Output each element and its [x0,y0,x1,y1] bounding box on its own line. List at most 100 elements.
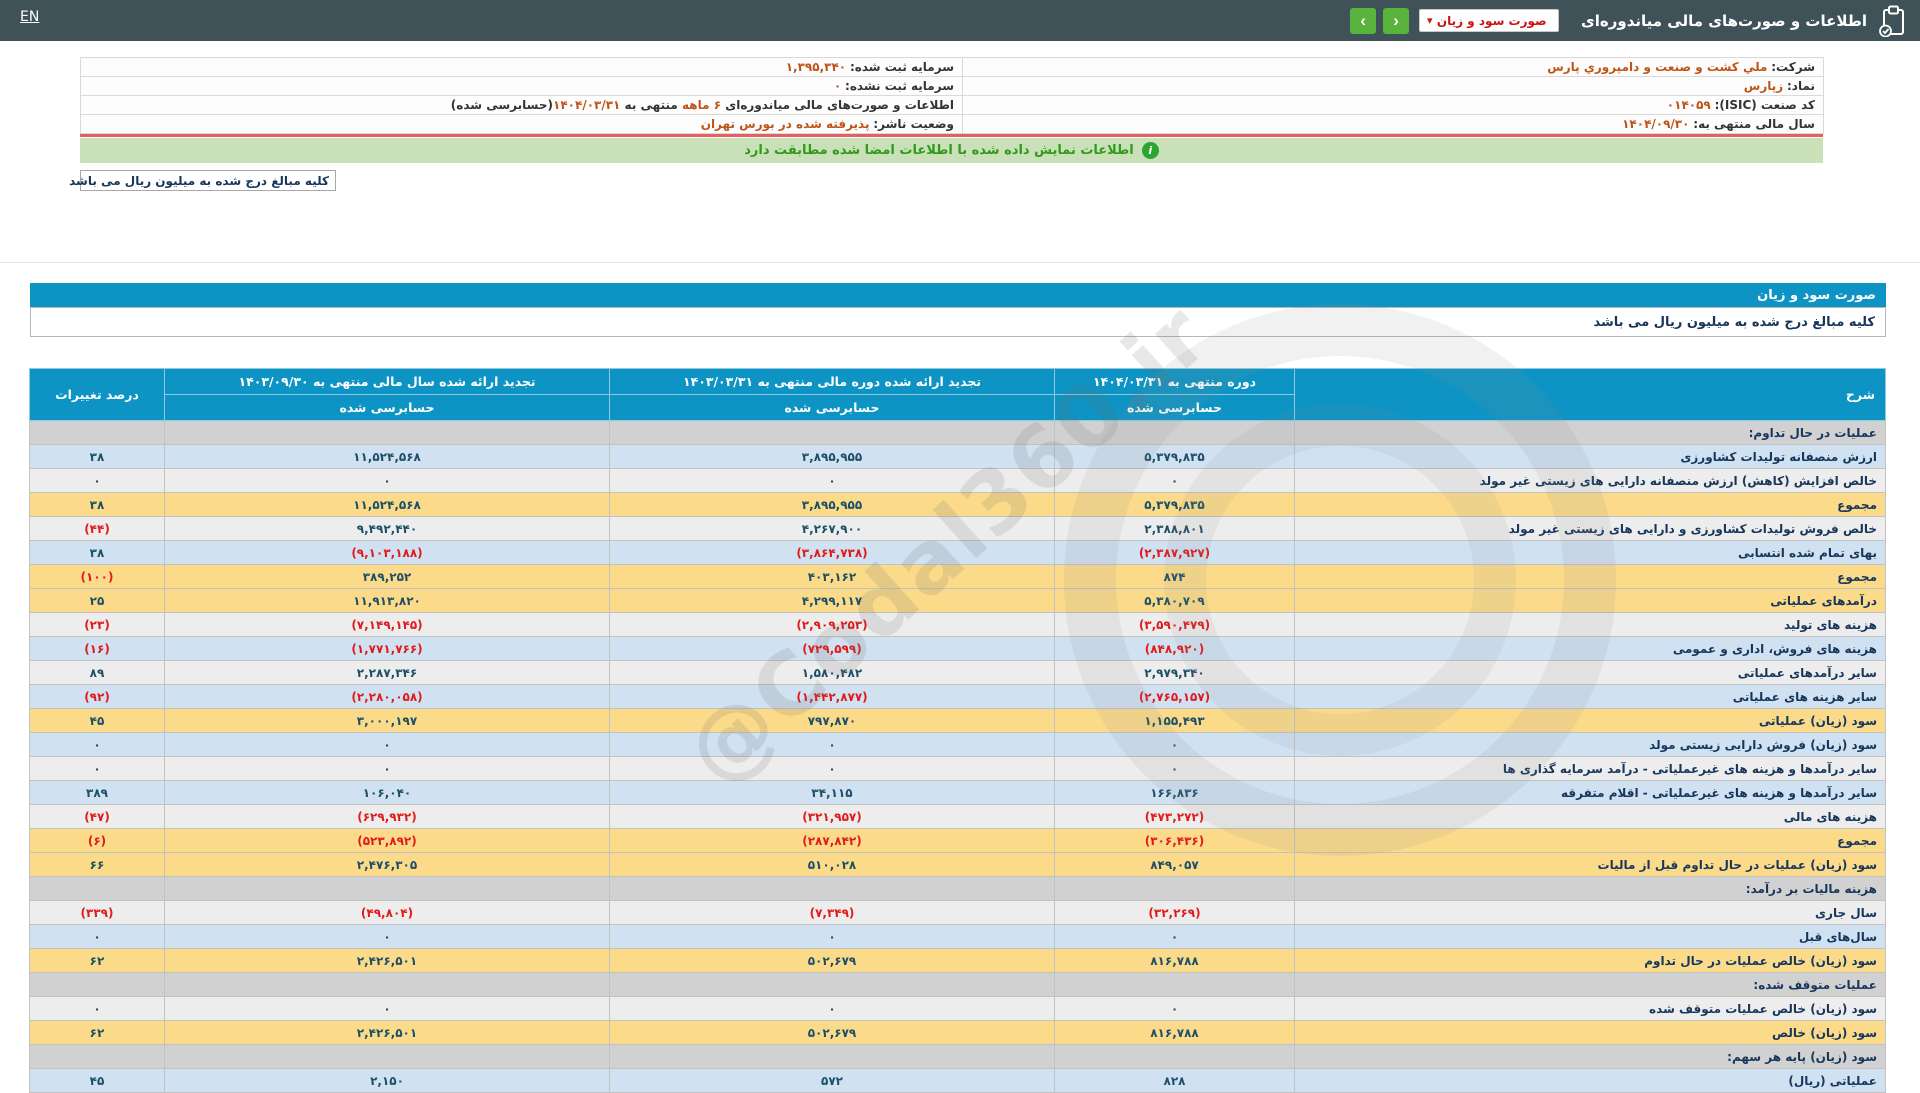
row-value: ۳۸ [29,444,165,469]
audited-subheader: حسابرسی شده [1054,394,1295,421]
row-value: (۵۲۳,۸۹۲) [164,828,610,853]
row-label: مجموع [1294,492,1886,517]
row-label: مجموع [1294,564,1886,589]
section-divider [0,262,1920,263]
row-value: ۸۷۴ [1054,564,1295,589]
report-clipboard-icon [1879,5,1904,37]
statement-row: سود (زیان) فروش دارایی زیستی مولد ۰ ۰ ۰ ۰ [29,732,1886,757]
statement-select-value: صورت سود و زیان [1436,13,1547,28]
row-value [1054,420,1295,445]
column-header-restated-period: تجدید ارائه شده دوره مالی منتهی به ۱۴۰۳/… [609,368,1055,395]
statement-row: سود (زیان) خالص عملیات متوقف شده ۰ ۰ ۰ ۰ [29,996,1886,1021]
statement-row: سود (زیان) عملیات در حال تداوم قبل از ما… [29,852,1886,877]
field-label: کد صنعت (ISIC): [1714,98,1815,112]
audited-note: (حسابرسی شده) [450,98,554,112]
row-label: سال‌های قبل [1294,924,1886,949]
row-value: ۲,۴۲۶,۵۰۱ [164,948,610,973]
row-value [29,1044,165,1069]
period-note-middle: منتهی به [620,98,682,112]
row-value [29,420,165,445]
row-value: ۰ [609,468,1055,493]
row-value: ۰ [164,756,610,781]
row-value: ۰ [164,732,610,757]
row-value: ۰ [29,468,165,493]
row-label: ارزش منصفانه تولیدات کشاورزی [1294,444,1886,469]
row-value: ۱۱,۵۲۴,۵۶۸ [164,444,610,469]
statement-row: سایر درآمدها و هزینه های غیرعملیاتی - اق… [29,780,1886,805]
row-value: ۵,۳۸۰,۷۰۹ [1054,588,1295,613]
ticker-cell: نماد: زپارس [962,76,1824,96]
statement-row: بهای تمام شده انتسابی (۲,۳۸۷,۹۲۷) (۳,۸۶۴,۷… [29,540,1886,565]
section-header-row: هزینه مالیات بر درآمد: [29,876,1886,901]
row-value: (۸۴۸,۹۲۰) [1054,636,1295,661]
row-value: ۴,۲۹۹,۱۱۷ [609,588,1055,613]
ticker-symbol: زپارس [1743,79,1784,93]
row-value: (۲,۷۶۵,۱۵۷) [1054,684,1295,709]
row-value: (۲,۳۸۷,۹۲۷) [1054,540,1295,565]
row-value: (۴۷) [29,804,165,829]
chevron-left-icon: ‹ [1360,11,1366,30]
row-value: ۵۷۲ [609,1068,1055,1093]
row-value: ۰ [1054,756,1295,781]
signature-match-bar: i اطلاعات نمایش داده شده با اطلاعات امضا… [80,138,1823,163]
table-row: کد صنعت (ISIC): ۰۱۴۰۵۹ اطلاعات و صورت‌ها… [80,95,1824,115]
row-value: ۸۹ [29,660,165,685]
row-value: ۰ [29,996,165,1021]
row-value: ۱۱,۵۲۴,۵۶۸ [164,492,610,517]
row-value: ۴۵ [29,708,165,733]
row-label: سود (زیان) خالص [1294,1020,1886,1045]
statement-row: سود (زیان) عملیاتی ۱,۱۵۵,۴۹۳ ۷۹۷,۸۷۰ ۳,۰۰۰,… [29,708,1886,733]
row-value: ۰ [29,924,165,949]
period-duration: ۶ ماهه [681,98,722,112]
row-label: هزینه های تولید [1294,612,1886,637]
row-value: (۶) [29,828,165,853]
language-toggle-en[interactable]: EN [20,9,39,25]
row-value: ۵,۳۷۹,۸۳۵ [1054,444,1295,469]
statement-row: هزینه های مالی (۴۷۳,۲۷۲) (۳۲۱,۹۵۷) (۶۲۹,۹۳۲… [29,804,1886,829]
statement-row: سال جاری (۳۲,۲۶۹) (۷,۳۴۹) (۴۹,۸۰۴) (۳۳۹) [29,900,1886,925]
row-value: ۵,۳۷۹,۸۳۵ [1054,492,1295,517]
prev-statement-button[interactable]: ‹ [1350,7,1377,34]
row-value: ۳۸ [29,540,165,565]
statement-row: سایر هزینه های عملیاتی (۲,۷۶۵,۱۵۷) (۱,۴۴۲,… [29,684,1886,709]
statement-row: مجموع ۸۷۴ ۴۰۳,۱۶۲ ۳۸۹,۲۵۲ (۱۰۰) [29,564,1886,589]
row-label: سایر درآمدهای عملیاتی [1294,660,1886,685]
statement-row: خالص افزایش (کاهش) ارزش منصفانه دارایی ه… [29,468,1886,493]
statement-row: هزینه های تولید (۳,۵۹۰,۴۷۹) (۲,۹۰۹,۲۵۳) (۷,… [29,612,1886,637]
units-note-box: کلیه مبالغ درج شده به میلیون ریال می باش… [69,170,336,191]
row-value: ۳۸۹,۲۵۲ [164,564,610,589]
page-title: اطلاعات و صورت‌های مالی میاندوره‌ای [1581,11,1867,30]
row-label: عملیاتی (ریال) [1294,1068,1886,1093]
row-value: ۳۸ [29,492,165,517]
column-header-current-period: دوره منتهی به ۱۴۰۴/۰۳/۳۱ [1054,368,1295,395]
row-value: (۳,۸۶۴,۷۳۸) [609,540,1055,565]
row-value: ۱۰۶,۰۴۰ [164,780,610,805]
top-navigation-bar: EN اطلاعات و صورت‌های مالی میاندوره‌ای ص… [0,0,1920,41]
row-value: (۷,۱۴۹,۱۴۵) [164,612,610,637]
row-value: ۸۲۸ [1054,1068,1295,1093]
section-header-row: عملیات متوقف شده: [29,972,1886,997]
statement-row: درآمدهای عملیاتی ۵,۳۸۰,۷۰۹ ۴,۲۹۹,۱۱۷ ۱۱,۹۱۳… [29,588,1886,613]
signature-match-text: اطلاعات نمایش داده شده با اطلاعات امضا ش… [744,143,1134,158]
statement-type-select[interactable]: صورت سود و زیان ▾ [1419,9,1560,32]
row-value: ۱۱,۹۱۳,۸۲۰ [164,588,610,613]
row-value: (۹۲) [29,684,165,709]
row-label: سود (زیان) پایه هر سهم: [1294,1044,1886,1069]
row-value: ۸۱۶,۷۸۸ [1054,1020,1295,1045]
statement-units-row: کلیه مبالغ درج شده به میلیون ریال می باش… [30,307,1886,337]
period-note-cell: اطلاعات و صورت‌های مالی میاندوره‌ای ۶ ما… [80,95,963,115]
column-header-restated-year: تجدید ارائه شده سال مالی منتهی به ۱۴۰۳/۰… [164,368,610,395]
field-label: سرمایه ثبت شده: [849,60,954,74]
statement-row: ارزش منصفانه تولیدات کشاورزی ۵,۳۷۹,۸۳۵ ۳,۸… [29,444,1886,469]
audited-subheader: حسابرسی شده [609,394,1055,421]
row-label: سال جاری [1294,900,1886,925]
row-value: ۶۲ [29,1020,165,1045]
row-value [29,972,165,997]
fiscal-year-end: ۱۴۰۴/۰۹/۳۰ [1622,117,1690,131]
row-label: هزینه های فروش، اداری و عمومی [1294,636,1886,661]
next-statement-button[interactable]: › [1383,7,1410,34]
statement-table-body: عملیات در حال تداوم: ارزش منصفانه تولیدات… [29,420,1886,1093]
row-value [609,1044,1055,1069]
statement-row: هزینه های فروش، اداری و عمومی (۸۴۸,۹۲۰) (۷… [29,636,1886,661]
statement-row: سود (زیان) خالص ۸۱۶,۷۸۸ ۵۰۲,۶۷۹ ۲,۴۲۶,۵۰۱ ۶۲ [29,1020,1886,1045]
